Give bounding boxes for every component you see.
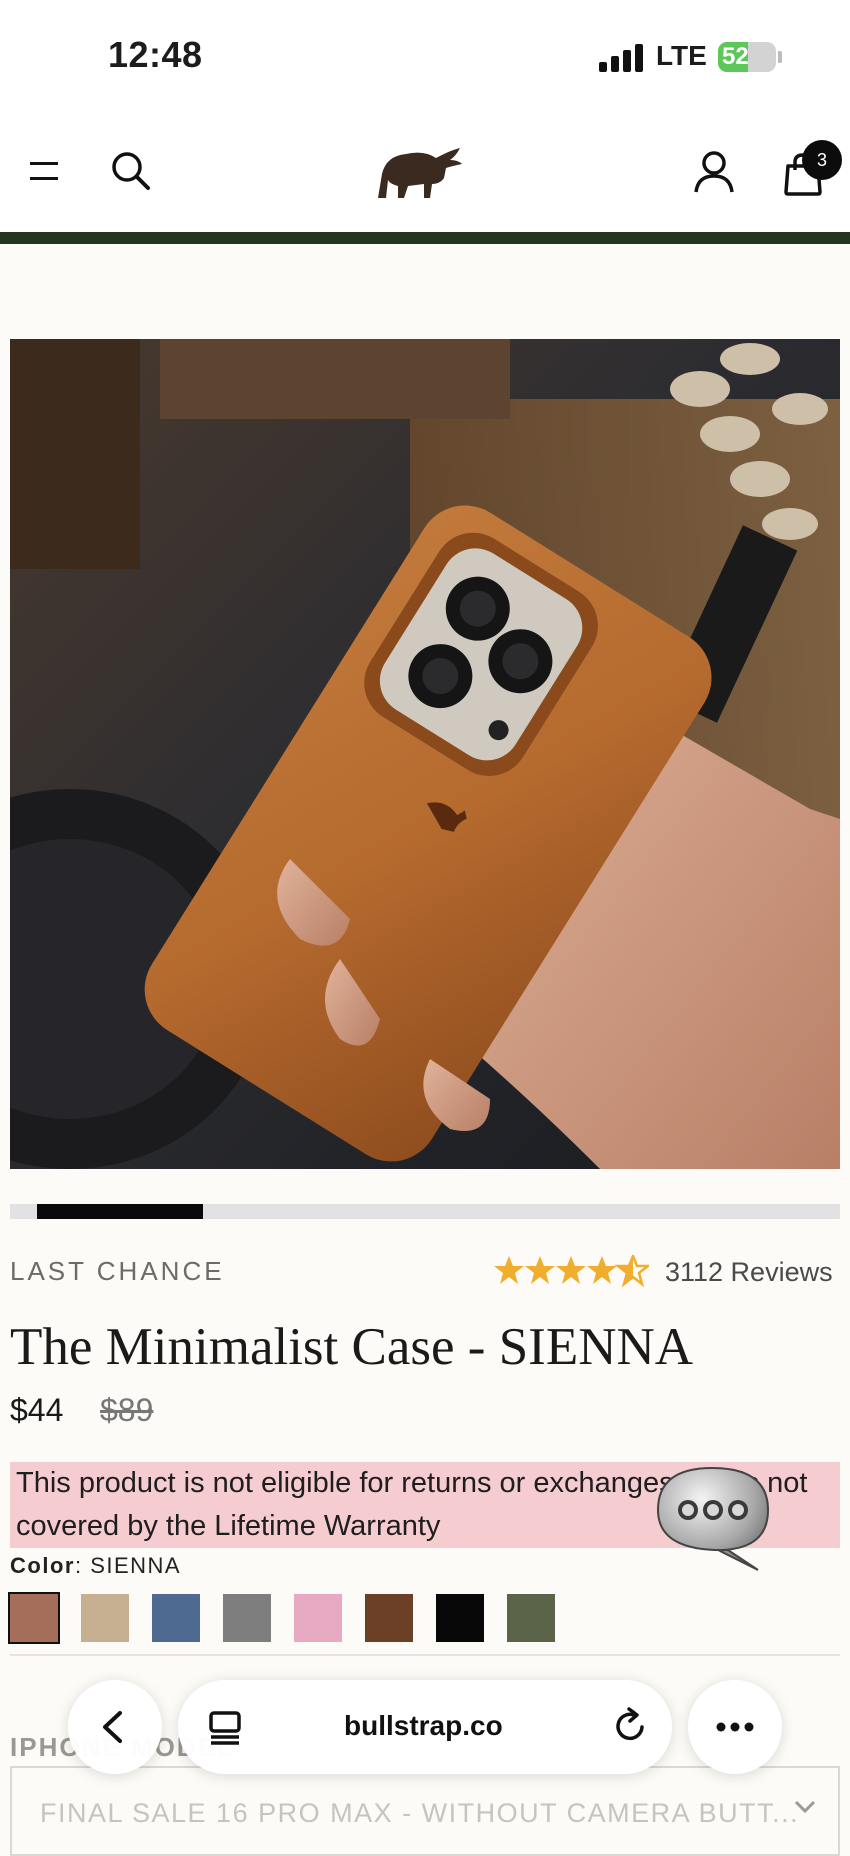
battery-cap [778, 51, 782, 63]
color-swatch[interactable] [8, 1592, 60, 1644]
chevron-left-icon [103, 1711, 122, 1743]
color-swatch[interactable] [81, 1594, 129, 1642]
chevron-down-icon [794, 1800, 816, 1814]
site-header [0, 110, 850, 232]
color-swatch[interactable] [152, 1594, 200, 1642]
model-select-value: FINAL SALE 16 PRO MAX - WITHOUT CAMERA B… [40, 1798, 800, 1828]
reviews-link[interactable]: 3112 Reviews [665, 1257, 833, 1288]
color-swatch[interactable] [223, 1594, 271, 1642]
rating-stars[interactable] [493, 1255, 649, 1287]
compare-price: $89 [100, 1392, 154, 1428]
more-icon [716, 1722, 754, 1732]
color-swatch[interactable] [507, 1594, 555, 1642]
reload-icon[interactable] [612, 1707, 648, 1745]
star-icon [614, 1255, 649, 1287]
cart-count-badge[interactable]: 3 [802, 140, 842, 180]
gallery-progress-thumb[interactable] [37, 1204, 203, 1219]
star-icon [587, 1256, 617, 1284]
browser-more-button[interactable] [688, 1680, 782, 1774]
color-label-key: Color [10, 1553, 75, 1578]
signal-icon [599, 42, 645, 72]
search-icon[interactable] [110, 150, 152, 192]
color-label: Color: SIENNA [10, 1553, 182, 1578]
user-icon[interactable] [694, 150, 734, 194]
bull-logo-icon[interactable] [372, 144, 464, 202]
battery-percent: 52 [722, 43, 749, 70]
battery-icon: 52 [718, 42, 776, 72]
hamburger-icon[interactable] [30, 162, 58, 182]
section-divider [10, 1654, 840, 1656]
network-type: LTE [656, 40, 707, 71]
star-icon [556, 1256, 586, 1284]
sale-price: $44 [10, 1392, 64, 1428]
browser-url[interactable]: bullstrap.co [344, 1710, 503, 1742]
product-image[interactable] [10, 339, 840, 1169]
product-title: The Minimalist Case - SIENNA [10, 1318, 694, 1376]
color-label-value: SIENNA [90, 1553, 182, 1578]
status-time: 12:48 [108, 34, 203, 75]
model-select[interactable]: FINAL SALE 16 PRO MAX - WITHOUT CAMERA B… [10, 1766, 840, 1856]
star-icon [494, 1256, 524, 1284]
color-swatch[interactable] [294, 1594, 342, 1642]
chat-bubble-icon[interactable] [648, 1462, 778, 1574]
status-bar: 12:48 LTE 52 [0, 0, 850, 110]
color-swatch[interactable] [436, 1594, 484, 1642]
star-icon [525, 1256, 555, 1284]
gallery-progress-track[interactable] [10, 1204, 840, 1219]
browser-back-button[interactable] [68, 1680, 162, 1774]
tabs-icon[interactable] [208, 1710, 242, 1746]
last-chance-badge: LAST CHANCE [10, 1256, 225, 1286]
header-accent-bar [0, 232, 850, 244]
color-swatch[interactable] [365, 1594, 413, 1642]
